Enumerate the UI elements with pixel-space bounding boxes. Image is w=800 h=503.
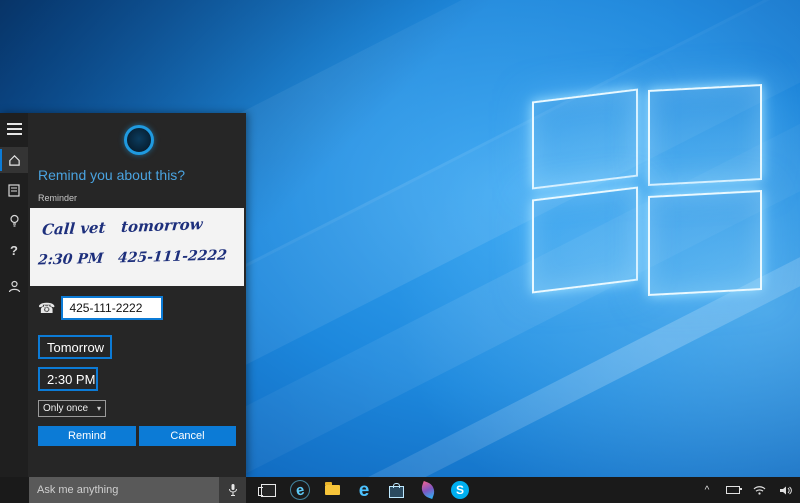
windows-logo xyxy=(528,85,768,300)
screen: ? Remind you about this? Reminder Call v… xyxy=(0,0,800,503)
windows-logo-pane xyxy=(648,84,762,186)
store-button[interactable] xyxy=(382,477,410,503)
tray-battery[interactable] xyxy=(726,477,740,503)
cortana-panel: ? Remind you about this? Reminder Call v… xyxy=(0,113,246,477)
file-explorer-button[interactable] xyxy=(318,477,346,503)
chevron-up-icon: ^ xyxy=(705,485,710,496)
remind-button[interactable]: Remind xyxy=(38,426,136,446)
microphone-icon xyxy=(228,483,238,497)
taskbar-search xyxy=(29,477,219,503)
phone-number-field[interactable]: 425-111-2222 xyxy=(61,296,163,320)
windows-logo-pane xyxy=(648,190,762,296)
paint-app-button[interactable] xyxy=(414,477,442,503)
windows-logo-pane xyxy=(532,186,638,293)
speaker-icon xyxy=(779,485,792,496)
lightbulb-icon xyxy=(9,214,20,227)
ink-line-2: 2:30 PM 425-111-2222 xyxy=(37,248,227,269)
home-icon xyxy=(8,154,21,167)
task-view-button[interactable] xyxy=(254,477,282,503)
skype-button[interactable]: S xyxy=(446,477,474,503)
person-icon xyxy=(8,280,21,293)
sidebar-item-reminders[interactable] xyxy=(0,207,28,233)
battery-icon xyxy=(726,486,740,494)
tray-network[interactable] xyxy=(752,477,766,503)
reminder-time-field[interactable]: 2:30 PM xyxy=(38,367,98,391)
feather-icon xyxy=(419,481,437,499)
cortana-nav-rail: ? xyxy=(0,113,28,477)
phone-row: ☎ 425-111-2222 xyxy=(38,296,163,320)
internet-explorer-icon: e xyxy=(288,478,312,502)
cortana-logo-icon xyxy=(124,125,154,155)
phone-icon: ☎ xyxy=(38,300,55,317)
menu-button[interactable] xyxy=(7,123,22,135)
tray-chevron-up[interactable]: ^ xyxy=(700,477,714,503)
help-icon: ? xyxy=(10,243,18,258)
task-view-icon xyxy=(261,484,276,497)
cancel-button[interactable]: Cancel xyxy=(139,426,236,446)
recurrence-value: Only once xyxy=(43,403,88,414)
cortana-prompt: Remind you about this? xyxy=(38,167,185,183)
skype-icon: S xyxy=(451,481,469,499)
sidebar-item-notebook[interactable] xyxy=(0,177,28,203)
ink-line-1: Call vet tomorrow xyxy=(41,215,203,239)
recurrence-select[interactable]: Only once ▾ xyxy=(38,400,106,417)
tray-volume[interactable] xyxy=(778,477,792,503)
edge-button[interactable]: e xyxy=(350,477,378,503)
chevron-down-icon: ▾ xyxy=(97,404,101,413)
reminder-date-field[interactable]: Tomorrow xyxy=(38,335,112,359)
notebook-icon xyxy=(8,184,20,197)
windows-logo-pane xyxy=(532,88,638,189)
sidebar-item-feedback[interactable] xyxy=(0,273,28,299)
system-tray: ^ xyxy=(700,477,792,503)
sidebar-item-help[interactable]: ? xyxy=(0,237,28,263)
wifi-icon xyxy=(753,485,766,495)
handwriting-ink-card: Call vet tomorrow 2:30 PM 425-111-2222 xyxy=(30,208,244,286)
search-input[interactable] xyxy=(29,477,219,503)
store-bag-icon xyxy=(389,486,404,498)
cortana-content: Remind you about this? Reminder Call vet… xyxy=(28,113,246,477)
edge-icon: e xyxy=(359,481,370,500)
sidebar-item-home[interactable] xyxy=(0,147,28,173)
taskbar: e e S ^ xyxy=(0,477,800,503)
reminder-section-label: Reminder xyxy=(38,193,77,203)
folder-icon xyxy=(325,485,340,495)
internet-explorer-button[interactable]: e xyxy=(286,477,314,503)
microphone-button[interactable] xyxy=(219,477,246,503)
